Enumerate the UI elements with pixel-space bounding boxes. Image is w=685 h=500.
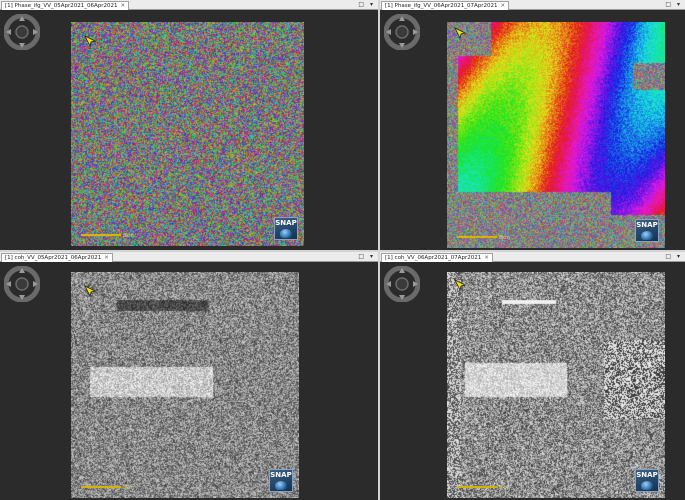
image-viewport[interactable]: 8km SNAP [380,262,685,500]
scale-bar [457,486,497,488]
tab-phase-ifg-0506[interactable]: [1] Phase_ifg_VV_05Apr2021_06Apr2021 ✕ [1,1,130,10]
window-controls[interactable]: □ ▾ [665,1,682,9]
tab-label: [1] coh_VV_05Apr2021_06Apr2021 [5,255,102,261]
tab-label: [1] Phase_ifg_VV_06Apr2021_07Apr2021 [385,3,498,9]
raster-canvas [71,272,299,498]
globe-icon [280,229,292,238]
image-views-grid: [1] Phase_ifg_VV_05Apr2021_06Apr2021 ✕ □ … [0,0,685,500]
window-controls[interactable]: □ ▾ [358,253,375,261]
navigation-wheel-icon[interactable] [384,266,420,302]
scale-bar [81,234,121,236]
scale-label: 8km [123,233,134,239]
north-arrow-icon [454,27,467,40]
image-view-pane-coh-0506[interactable]: [1] coh_VV_05Apr2021_06Apr2021 ✕ □ ▾ 8km … [0,252,378,500]
image-view-pane-coh-0607[interactable]: [1] coh_VV_06Apr2021_07Apr2021 ✕ □ ▾ 8km … [380,252,685,500]
north-arrow-icon [454,279,467,292]
globe-icon [641,481,653,490]
image-viewport[interactable]: 8km SNAP [380,10,685,250]
globe-icon [641,231,653,240]
snap-logo: SNAP [635,219,659,242]
close-icon[interactable]: ✕ [104,255,109,261]
north-arrow-icon [84,285,97,298]
tab-bar: [1] coh_VV_05Apr2021_06Apr2021 ✕ □ ▾ [0,252,378,262]
raster-canvas [447,272,665,498]
tab-label: [1] coh_VV_06Apr2021_07Apr2021 [385,255,482,261]
snap-logo: SNAP [635,469,659,492]
raster-image[interactable]: 8km SNAP [71,272,299,498]
window-controls[interactable]: □ ▾ [665,253,682,261]
logo-text: SNAP [270,471,292,479]
raster-image[interactable]: 8km SNAP [71,22,304,246]
image-viewport[interactable]: 8km SNAP [0,262,378,500]
logo-text: SNAP [636,471,658,479]
raster-canvas [447,22,665,248]
close-icon[interactable]: ✕ [500,3,505,9]
logo-text: SNAP [275,219,297,227]
globe-icon [275,481,287,490]
close-icon[interactable]: ✕ [484,255,489,261]
tab-coh-0506[interactable]: [1] coh_VV_05Apr2021_06Apr2021 ✕ [1,253,113,262]
tab-coh-0607[interactable]: [1] coh_VV_06Apr2021_07Apr2021 ✕ [381,253,493,262]
scale-label: 8km [499,485,510,491]
image-viewport[interactable]: 8km SNAP [0,10,378,250]
scale-bar [457,236,497,238]
snap-logo: SNAP [269,469,293,492]
raster-canvas [71,22,304,246]
raster-image[interactable]: 8km SNAP [447,272,665,498]
navigation-wheel-icon[interactable] [384,14,420,50]
window-controls[interactable]: □ ▾ [358,1,375,9]
scale-label: 8km [499,235,510,241]
navigation-wheel-icon[interactable] [4,266,40,302]
navigation-wheel-icon[interactable] [4,14,40,50]
tab-bar: [1] Phase_ifg_VV_06Apr2021_07Apr2021 ✕ □ … [380,0,685,10]
close-icon[interactable]: ✕ [120,3,125,9]
logo-text: SNAP [636,221,658,229]
snap-logo: SNAP [274,217,298,240]
image-view-pane-phase-0607[interactable]: [1] Phase_ifg_VV_06Apr2021_07Apr2021 ✕ □ … [380,0,685,250]
tab-bar: [1] coh_VV_06Apr2021_07Apr2021 ✕ □ ▾ [380,252,685,262]
image-view-pane-phase-0506[interactable]: [1] Phase_ifg_VV_05Apr2021_06Apr2021 ✕ □ … [0,0,378,250]
scale-label: 8km [123,485,134,491]
scale-bar [81,486,121,488]
tab-phase-ifg-0607[interactable]: [1] Phase_ifg_VV_06Apr2021_07Apr2021 ✕ [381,1,510,10]
north-arrow-icon [84,35,97,48]
tab-bar: [1] Phase_ifg_VV_05Apr2021_06Apr2021 ✕ □ … [0,0,378,10]
tab-label: [1] Phase_ifg_VV_05Apr2021_06Apr2021 [5,3,118,9]
raster-image[interactable]: 8km SNAP [447,22,665,248]
